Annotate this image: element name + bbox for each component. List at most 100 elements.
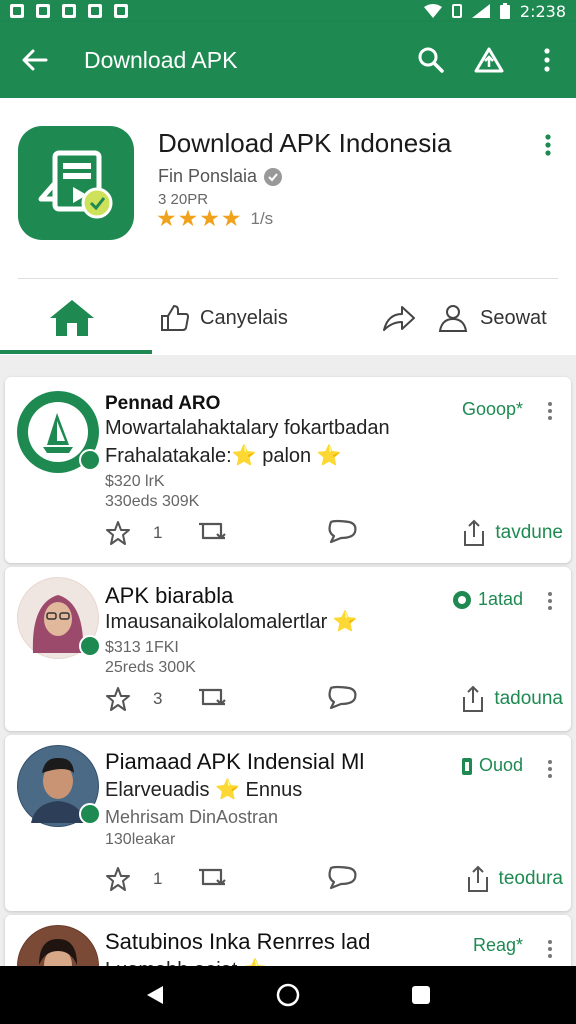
like-count: 1 (153, 869, 163, 888)
status-time: 2:238 (519, 1, 566, 21)
notification-icon (36, 4, 50, 18)
favorite-button[interactable]: 3 (105, 686, 195, 712)
wifi-icon (423, 4, 442, 18)
more-vert-icon[interactable] (547, 401, 553, 421)
share-label: teodura (498, 868, 563, 889)
chat-bubble-icon (328, 685, 357, 709)
post-meta: $320 lrK (105, 473, 165, 490)
post-card[interactable]: Pennad ARO Mowartalahaktalary fokartbada… (5, 377, 571, 563)
more-vert-icon[interactable] (547, 939, 553, 959)
app-rating: ★★★★ 1/s (156, 206, 273, 232)
share-button[interactable]: tavdune (461, 519, 563, 547)
post-title: Satubinos Inka Renrres lad (105, 929, 371, 954)
apk-document-icon (38, 150, 113, 219)
back-triangle-icon[interactable] (145, 985, 165, 1005)
post-card[interactable]: Piamaad APK Indensial Ml Elarveuadis ⭐ E… (5, 735, 571, 911)
star-outline-icon (106, 521, 130, 545)
post-badge[interactable]: Ouod (461, 755, 523, 776)
gear-badge-icon (452, 590, 471, 609)
post-text: Mowartalahaktalary fokartbadan (105, 417, 390, 439)
post-card[interactable]: APK biarabla Imausanaikolalomalertlar ⭐ … (5, 567, 571, 731)
home-circle-icon[interactable] (276, 983, 300, 1007)
comment-button[interactable] (325, 518, 445, 549)
chat-bubble-icon (328, 865, 357, 889)
vibrate-icon (451, 4, 462, 18)
notification-icon (10, 4, 24, 18)
more-vert-icon[interactable] (547, 759, 553, 779)
system-nav-bar (0, 966, 576, 1024)
search-button[interactable] (402, 22, 460, 98)
repost-button[interactable] (195, 518, 325, 549)
star-outline-icon (106, 687, 130, 711)
upload-icon (474, 47, 504, 73)
signal-icon (471, 4, 490, 18)
notification-icon (88, 4, 102, 18)
share-arrow-icon (383, 306, 415, 331)
verified-badge-icon (79, 449, 101, 471)
more-vert-icon (545, 134, 551, 156)
divider (18, 278, 558, 279)
share-button[interactable]: tadouna (460, 685, 563, 713)
comment-button[interactable] (325, 684, 445, 715)
post-badge[interactable]: 1atad (452, 589, 523, 610)
avatar (17, 391, 101, 473)
post-meta: $313 1FKI (105, 639, 179, 656)
search-icon (418, 47, 444, 73)
share-icon (464, 519, 485, 546)
share-icon (463, 685, 484, 712)
like-count: 3 (153, 689, 163, 708)
post-badge[interactable]: Gooop* (462, 399, 523, 420)
favorite-button[interactable]: 1 (105, 520, 195, 546)
rating-count: 1/s (250, 209, 274, 228)
rating-stars: ★★★★ (156, 206, 243, 232)
upload-button[interactable] (460, 22, 518, 98)
verified-badge-icon (79, 635, 101, 657)
chat-bubble-icon (328, 519, 357, 543)
favorite-button[interactable]: 1 (105, 866, 195, 892)
post-text: Frahalatakale:⭐ palon ⭐ (105, 445, 342, 467)
share-button[interactable]: teodura (465, 865, 563, 893)
notification-icon (114, 4, 128, 18)
back-button[interactable] (0, 22, 70, 98)
repost-icon (199, 522, 226, 539)
repost-button[interactable] (195, 684, 325, 715)
arrow-left-icon (22, 49, 48, 71)
comment-button[interactable] (325, 864, 445, 895)
app-more-button[interactable] (538, 132, 558, 158)
battery-badge-icon (461, 757, 472, 775)
tab-label: Canyelais (200, 306, 288, 329)
post-title: APK biarabla (105, 583, 234, 608)
post-text: Imausanaikolalomalertlar ⭐ (105, 611, 358, 633)
overflow-menu-button[interactable] (518, 22, 576, 98)
tab-label: Seowat (480, 306, 547, 329)
post-badge[interactable]: Reag* (473, 935, 523, 956)
share-label: tavdune (495, 522, 563, 543)
post-actions: 1 teodura (105, 861, 563, 897)
battery-icon (499, 3, 510, 19)
repost-icon (199, 868, 226, 885)
more-vert-icon[interactable] (547, 591, 553, 611)
person-icon (438, 305, 468, 332)
repost-button[interactable] (195, 864, 325, 895)
post-meta: 130leakar (105, 831, 176, 848)
post-title-text: Piamaad APK Indensial Ml (105, 749, 365, 774)
app-bar: Download APK (0, 22, 576, 98)
post-actions: 3 tadouna (105, 681, 563, 717)
developer-label: Fin Ponslaia (158, 166, 258, 186)
developer-name[interactable]: Fin Ponslaia (158, 166, 283, 187)
post-title: Piamaad APK Indensial Ml (105, 749, 364, 775)
app-bar-title: Download APK (84, 46, 238, 73)
post-text: Elarveuadis ⭐ Ennus (105, 779, 303, 801)
app-header: Download APK Indonesia Fin Ponslaia 3 20… (0, 98, 576, 355)
home-icon (50, 300, 94, 336)
app-name: Download APK Indonesia (158, 128, 452, 158)
tab-seowat[interactable]: Seowat (436, 286, 547, 350)
post-title: Pennad ARO (105, 393, 221, 414)
thumb-up-icon (161, 304, 190, 331)
recents-square-icon[interactable] (411, 985, 431, 1005)
tab-share[interactable] (382, 286, 416, 350)
tab-canyelais[interactable]: Canyelais (160, 286, 288, 350)
badge-label: 1atad (477, 589, 523, 609)
repost-icon (199, 688, 226, 705)
tab-home[interactable] (48, 286, 96, 350)
